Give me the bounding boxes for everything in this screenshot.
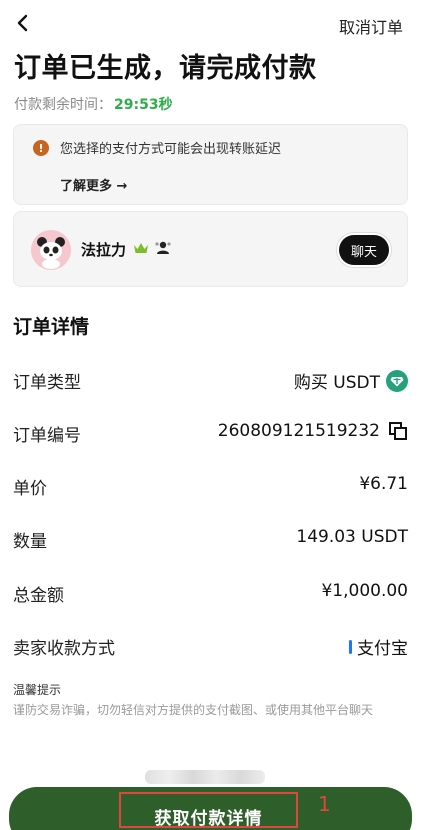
verified-user-icon bbox=[155, 241, 171, 254]
delay-notice: ! 您选择的支付方式可能会出现转账延迟 了解更多 → bbox=[13, 124, 408, 205]
order-details-title: 订单详情 bbox=[13, 316, 90, 338]
payment-method-value: 支付宝 bbox=[357, 639, 408, 659]
cancel-order-button[interactable]: 取消订单 bbox=[339, 14, 403, 38]
detail-label: 总金额 bbox=[13, 586, 64, 606]
tips-title: 温馨提示 bbox=[13, 683, 62, 697]
detail-row-payment-method: 卖家收款方式 支付宝 bbox=[13, 630, 408, 660]
page-title: 订单已生成，请完成付款 bbox=[14, 53, 317, 84]
detail-value: 260809121519232 bbox=[218, 421, 408, 441]
detail-row-total-amount: 总金额 ¥1,000.00 bbox=[13, 577, 408, 607]
detail-label: 数量 bbox=[13, 532, 47, 552]
seller-card: 法拉力 聊天 bbox=[13, 211, 408, 287]
warning-icon: ! bbox=[33, 140, 49, 156]
learn-more-link[interactable]: 了解更多 → bbox=[60, 175, 127, 194]
detail-label: 单价 bbox=[13, 479, 47, 499]
detail-value: 购买 USDT bbox=[294, 368, 408, 393]
detail-label: 订单类型 bbox=[13, 373, 81, 393]
timer-label: 付款剩余时间： bbox=[14, 97, 112, 113]
detail-row-quantity: 数量 149.03 USDT bbox=[13, 523, 408, 553]
seller-name: 法拉力 bbox=[81, 241, 127, 259]
detail-value: 149.03 USDT bbox=[296, 527, 408, 547]
chat-button[interactable]: 聊天 bbox=[339, 235, 389, 265]
payment-timer: 付款剩余时间： 29:53秒 bbox=[14, 94, 173, 114]
copy-icon[interactable] bbox=[388, 421, 408, 441]
order-number-value: 260809121519232 bbox=[217, 421, 380, 441]
detail-value: 支付宝 bbox=[349, 634, 408, 659]
payment-method-marker bbox=[349, 639, 352, 654]
detail-value: ¥6.71 bbox=[359, 474, 408, 494]
detail-label: 卖家收款方式 bbox=[13, 639, 115, 659]
usdt-icon bbox=[386, 369, 408, 392]
back-button[interactable] bbox=[12, 12, 34, 34]
crown-icon bbox=[134, 243, 148, 253]
detail-value: ¥1,000.00 bbox=[321, 581, 408, 601]
cta-label[interactable]: 获取付款详情 bbox=[119, 792, 298, 829]
blurred-overlay bbox=[145, 770, 265, 784]
timer-value: 29:53秒 bbox=[114, 97, 173, 113]
detail-label: 订单编号 bbox=[13, 426, 81, 446]
detail-row-unit-price: 单价 ¥6.71 bbox=[13, 470, 408, 500]
detail-row-order-number: 订单编号 260809121519232 bbox=[13, 417, 408, 447]
top-bar: 取消订单 bbox=[0, 0, 425, 48]
detail-row-order-type: 订单类型 购买 USDT bbox=[13, 364, 408, 394]
notice-message: 您选择的支付方式可能会出现转账延迟 bbox=[60, 142, 282, 157]
tips-text: 谨防交易诈骗，切勿轻信对方提供的支付截图、或使用其他平台聊天 bbox=[13, 703, 374, 717]
chevron-left-icon bbox=[17, 14, 28, 32]
avatar[interactable] bbox=[31, 230, 71, 270]
order-type-value: 购买 USDT bbox=[293, 373, 380, 393]
annotation-number: 1 bbox=[318, 792, 331, 816]
